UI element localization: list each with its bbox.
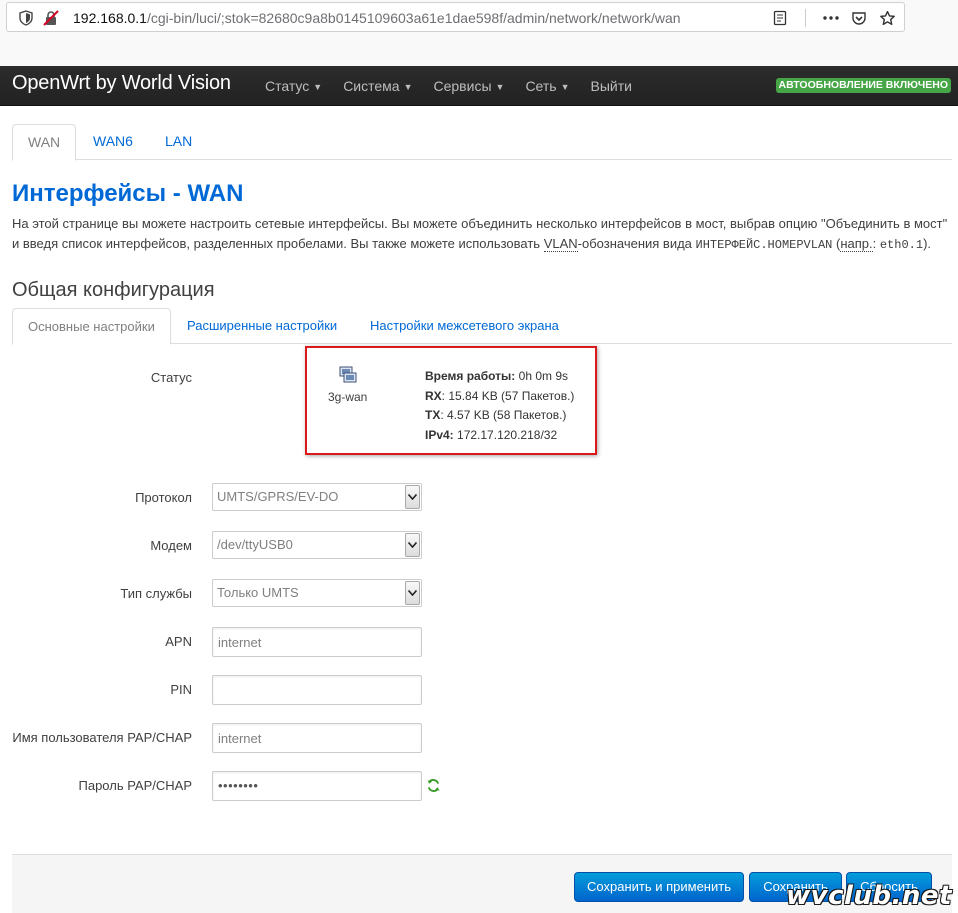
bookmark-star-icon[interactable] (878, 9, 896, 27)
browser-toolbar: 192.168.0.1/cgi-bin/luci/;stok=82680c9a8… (0, 0, 958, 66)
desc-code-example: eth0.1 (879, 237, 924, 252)
uptime-value: 0h 0m 9s (518, 369, 568, 383)
protocol-select[interactable]: UMTS/GPRS/EV-DO (212, 483, 422, 511)
uptime-label: Время работы: (425, 369, 516, 383)
protocol-value: UMTS/GPRS/EV-DO (217, 489, 339, 504)
section-title: Общая конфигурация (12, 279, 215, 301)
ipv4-row: IPv4: 172.17.120.218/32 (425, 426, 574, 446)
brand-title[interactable]: OpenWrt by World Vision (12, 72, 231, 95)
chevron-down-icon[interactable] (405, 581, 420, 605)
service-type-select[interactable]: Только UMTS (212, 579, 422, 607)
save-apply-button[interactable]: Сохранить и применить (574, 872, 744, 902)
menu-network-label: Сеть (525, 78, 557, 94)
page-actions-icon[interactable] (822, 9, 840, 27)
username-label: Имя пользователя PAP/CHAP (12, 730, 192, 745)
watermark: wvclub.net (786, 881, 952, 911)
insecure-lock-icon[interactable] (43, 10, 59, 29)
url-path: /cgi-bin/luci/;stok=82680c9a8b0145109603… (146, 10, 681, 26)
rx-row: RX: 15.84 KB (57 Пакетов.) (425, 387, 574, 407)
config-tabs: Основные настройки Расширенные настройки… (12, 308, 952, 345)
example-abbr: напр. (840, 235, 873, 252)
tx-value: : 4.57 KB (58 Пакетов.) (440, 408, 567, 422)
tab-firewall-settings[interactable]: Настройки межсетевого экрана (355, 308, 574, 344)
caret-down-icon: ▼ (560, 82, 570, 92)
tab-advanced-settings[interactable]: Расширенные настройки (172, 308, 352, 344)
password-label: Пароль PAP/CHAP (78, 778, 193, 793)
modem-value: /dev/ttyUSB0 (217, 537, 293, 552)
url-text[interactable]: 192.168.0.1/cgi-bin/luci/;stok=82680c9a8… (73, 10, 681, 26)
address-bar[interactable]: 192.168.0.1/cgi-bin/luci/;stok=82680c9a8… (6, 2, 905, 32)
reveal-password-icon[interactable] (426, 778, 441, 796)
main-menu: Статус ▼ Система ▼ Сервисы ▼ Сеть ▼ Выйти (265, 66, 653, 106)
service-type-label: Тип службы (120, 586, 192, 601)
uptime-row: Время работы: 0h 0m 9s (425, 367, 574, 387)
desc-code: ИНТЕРФЕЙС.НОМЕРVLAN (695, 237, 833, 252)
tab-wan6[interactable]: WAN6 (78, 124, 148, 160)
menu-system-label: Система (343, 78, 400, 94)
tab-lan[interactable]: LAN (150, 124, 207, 160)
apn-input[interactable] (212, 627, 422, 657)
protocol-label: Протокол (135, 490, 192, 505)
interface-name: 3g-wan (328, 390, 368, 404)
caret-down-icon: ▼ (403, 82, 413, 92)
status-label: Статус (150, 370, 192, 385)
ipv4-label: IPv4: (425, 427, 454, 442)
divider (805, 9, 806, 27)
vlan-abbr: VLAN (543, 235, 578, 252)
page-description: На этой странице вы можете настроить сет… (12, 214, 952, 255)
tab-basic-settings[interactable]: Основные настройки (12, 308, 171, 345)
tab-wan[interactable]: WAN (12, 124, 77, 161)
modem-label: Модем (150, 538, 192, 553)
status-details: Время работы: 0h 0m 9s RX: 15.84 KB (57 … (425, 367, 574, 445)
apn-label: APN (165, 634, 192, 649)
pin-input[interactable] (212, 675, 422, 705)
menu-status[interactable]: Статус ▼ (265, 66, 322, 106)
caret-down-icon: ▼ (313, 82, 323, 92)
rx-label: RX (425, 388, 442, 403)
shield-icon[interactable] (19, 10, 33, 29)
chevron-down-icon[interactable] (405, 533, 420, 557)
menu-logout[interactable]: Выйти (591, 66, 632, 106)
desc-text: : (872, 235, 880, 251)
tx-row: TX: 4.57 KB (58 Пакетов.) (425, 406, 574, 426)
desc-text: ). (923, 235, 932, 251)
desc-text: -обозначения вида (577, 235, 696, 251)
url-host: 192.168.0.1 (73, 10, 147, 26)
menu-services[interactable]: Сервисы ▼ (434, 66, 505, 106)
service-type-value: Только UMTS (217, 585, 299, 600)
username-input[interactable] (212, 723, 422, 753)
interface-tabs: WAN WAN6 LAN (12, 124, 952, 161)
ipv4-value: 172.17.120.218/32 (457, 427, 558, 442)
rx-value: : 15.84 KB (57 Пакетов.) (441, 388, 575, 403)
menu-services-label: Сервисы (433, 78, 492, 94)
network-interface-icon (339, 366, 357, 387)
modem-select[interactable]: /dev/ttyUSB0 (212, 531, 422, 559)
caret-down-icon: ▼ (495, 82, 505, 92)
page-title: Интерфейсы - WAN (12, 180, 244, 207)
reader-view-icon[interactable] (771, 9, 789, 27)
menu-system[interactable]: Система ▼ (343, 66, 412, 106)
auto-refresh-badge[interactable]: АВТООБНОВЛЕНИЕ ВКЛЮЧЕНО (775, 78, 951, 93)
pin-label: PIN (170, 682, 192, 697)
pocket-icon[interactable] (850, 9, 868, 27)
menu-status-label: Статус (265, 78, 310, 94)
menu-network[interactable]: Сеть ▼ (525, 66, 569, 106)
tx-label: TX (425, 408, 441, 422)
top-navbar: OpenWrt by World Vision Статус ▼ Система ▼… (0, 66, 958, 106)
password-masked-value: •••••••• (218, 778, 259, 793)
status-box: 3g-wan Время работы: 0h 0m 9s RX: 15.84 … (305, 346, 597, 455)
url-actions (771, 9, 896, 27)
chevron-down-icon[interactable] (405, 485, 420, 509)
